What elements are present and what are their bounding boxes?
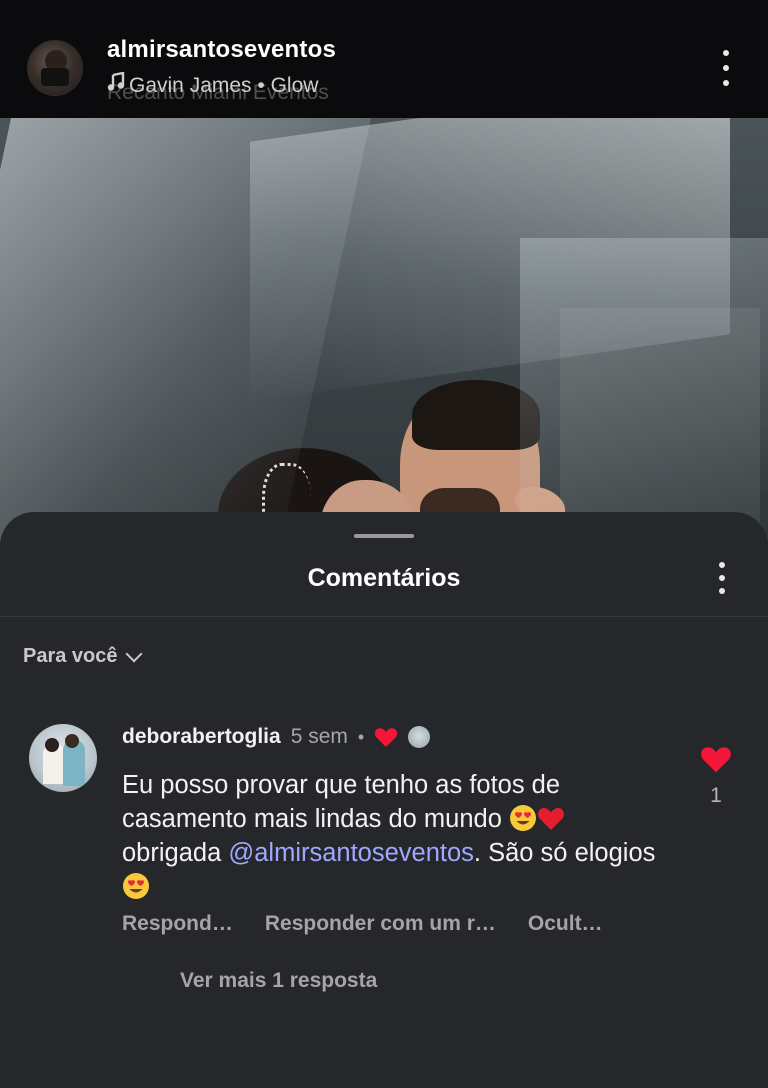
creator-avatar-icon [408,726,431,748]
reply-with-button[interactable]: Responder com um r… [265,912,496,936]
avatar[interactable] [27,40,83,96]
more-vertical-icon[interactable] [712,562,732,594]
comment-filter-dropdown[interactable]: Para você [23,645,143,668]
comment-time: 5 sem [290,725,348,748]
creator-liked-heart-icon [374,726,398,748]
comment-actions: Respond… Responder com um r… Ocult… [122,912,603,936]
post-username[interactable]: almirsantoseventos [107,36,336,64]
comment-username[interactable]: deborabertoglia [122,725,281,749]
chevron-down-icon [125,645,143,662]
drag-handle[interactable] [354,534,414,538]
music-label: Gavin James • Glow [107,72,318,98]
comments-sheet: Comentários Para você deborabertoglia 5 … [0,512,768,1088]
sheet-title: Comentários [307,564,461,592]
comment-text-part: Eu posso provar que tenho as fotos de ca… [122,771,561,833]
post-photo[interactable] [0,118,768,548]
camera-icon [41,68,69,86]
heart-eyes-emoji-icon [122,872,150,900]
photo-veil [520,238,768,548]
like-count: 1 [710,784,722,807]
comment-avatar[interactable] [29,724,97,792]
music-note-icon [107,72,129,98]
hide-button[interactable]: Ocult… [528,912,603,936]
music-location-line[interactable]: Recanto Miami Eventos Gavin James • Glow [107,72,427,104]
mention-link[interactable]: @almirsantoseventos [228,839,474,867]
view-more-replies-button[interactable]: Ver mais 1 resposta [180,969,377,993]
comment-text: Eu posso provar que tenho as fotos de ca… [122,768,662,904]
comment-text-part: . São só elogios [473,839,656,867]
red-heart-emoji-icon [537,804,565,832]
music-title: Gavin James • Glow [129,74,319,97]
comment-like[interactable]: 1 [696,744,736,808]
heart-eyes-emoji-icon [509,804,537,832]
more-vertical-icon[interactable] [714,50,738,86]
post-header: almirsantoseventos Recanto Miami Eventos… [0,0,768,118]
divider [0,616,768,617]
filter-label: Para você [23,645,118,667]
heart-icon[interactable] [700,744,732,774]
comment-text-part: obrigada [122,839,222,867]
meta-separator: • [357,726,365,747]
reply-button[interactable]: Respond… [122,912,233,936]
comment-meta: deborabertoglia 5 sem • [122,722,431,752]
